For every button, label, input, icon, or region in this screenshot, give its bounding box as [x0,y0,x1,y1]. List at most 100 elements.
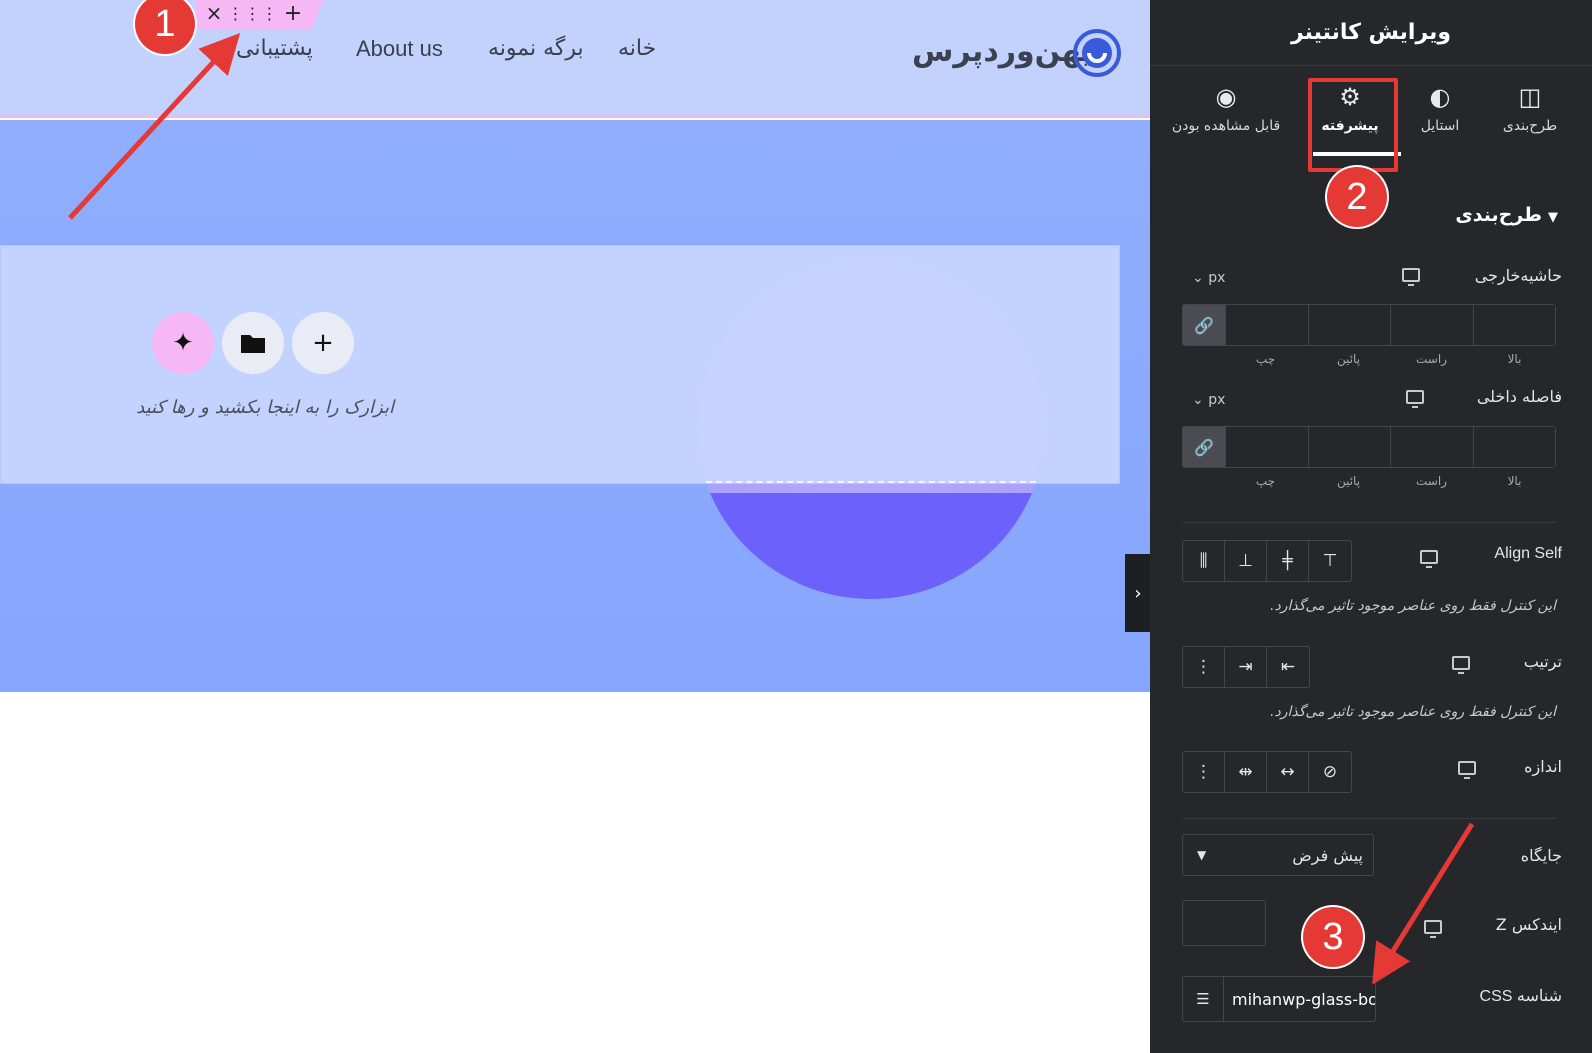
dim-label-right: راست [1416,474,1447,488]
css-id-label: شناسه CSS [1479,988,1562,1005]
link-icon: 🔗 [1194,315,1214,335]
close-icon[interactable]: × [199,0,229,26]
link-icon: 🔗 [1194,437,1214,457]
editor-canvas: میهن‌وردپرس خانه برگه نمونه About us پشت… [0,0,1150,1053]
add-container-icon[interactable]: + [278,0,308,26]
align-start-icon[interactable]: ⊤ [1309,541,1351,581]
size-label: اندازه [1524,757,1562,776]
section-title: طرح‌بندی [1455,204,1542,226]
size-buttons: ⋮ ⇹ ↔ ⊘ [1182,751,1352,793]
divider [1182,818,1556,819]
unit-label: px [1208,392,1226,408]
dim-label-right: راست [1416,352,1447,366]
panel-title: ویرایش کانتینر [1150,0,1592,66]
tab-label: قابل مشاهده بودن [1171,118,1281,134]
nav-home[interactable]: خانه [618,36,656,61]
tab-layout[interactable]: ◫ طرح‌بندی [1480,82,1580,154]
padding-left-input[interactable] [1225,427,1308,467]
padding-unit-select[interactable]: ⌄ px [1192,392,1225,408]
margin-unit-select[interactable]: ⌄ px [1192,270,1225,286]
nav-support[interactable]: پشتیبانی [236,36,313,61]
monitor-icon[interactable] [1452,656,1470,674]
step-badge-3: 3 [1303,907,1363,967]
margin-left-input[interactable] [1225,305,1308,345]
more-vertical-icon[interactable]: ⋮ [1183,647,1225,687]
order-buttons: ⋮ ⇥ ⇤ [1182,646,1310,688]
link-values-button[interactable]: 🔗 [1183,427,1225,467]
position-select[interactable]: پیش فرض ▼ [1182,834,1374,876]
container-boundary-line [706,481,1036,483]
tab-visibility[interactable]: ◉ قابل مشاهده بودن [1162,82,1290,154]
order-last-icon[interactable]: ⇥ [1225,647,1267,687]
align-end-icon[interactable]: ⊥ [1225,541,1267,581]
plus-icon: + [312,328,334,358]
margin-top-input[interactable] [1472,305,1555,345]
padding-bottom-input[interactable] [1307,427,1390,467]
layout-icon: ◫ [1518,83,1542,111]
caret-down-icon: ▼ [1197,848,1207,862]
grow-icon[interactable]: ↔ [1267,752,1309,792]
z-index-label: ایندکس Z [1495,915,1562,934]
link-values-button[interactable]: 🔗 [1183,305,1225,345]
dim-label-bottom: پائین [1336,474,1361,488]
padding-dim-labels: چپ پائین راست بالا [1224,474,1556,488]
align-self-note: این کنترل فقط روی عناصر موجود تاثیر می‌گ… [1270,598,1556,614]
monitor-icon[interactable] [1420,550,1438,568]
css-id-row: ☰ mihanwp-glass-box [1182,976,1376,1022]
dim-label-bottom: پائین [1336,352,1361,366]
dim-label-top: بالا [1507,352,1522,366]
step-badge-2: 2 [1327,167,1387,227]
dim-label-left: چپ [1255,474,1276,488]
z-index-input[interactable] [1182,900,1266,946]
tab-label: طرح‌بندی [1502,118,1558,134]
dynamic-tags-button[interactable]: ☰ [1182,976,1224,1022]
align-stretch-icon[interactable]: ⫼ [1183,541,1225,581]
logo-mark-icon [1073,29,1121,77]
padding-label: فاصله داخلی [1476,387,1562,406]
database-icon: ☰ [1196,990,1210,1008]
monitor-icon[interactable] [1424,920,1442,938]
align-self-label: Align Self [1494,545,1562,562]
position-label: جایگاه [1520,846,1562,865]
nav-about-us[interactable]: About us [356,36,443,62]
monitor-icon[interactable] [1402,268,1420,286]
css-id-input[interactable]: mihanwp-glass-box [1224,976,1376,1022]
add-element-button[interactable]: + [292,312,354,374]
template-library-button[interactable] [222,312,284,374]
align-self-buttons: ⫼ ⊥ ╪ ⊤ [1182,540,1352,582]
settings-panel: ویرایش کانتینر ◫ طرح‌بندی ◐ استایل ⚙ پیش… [1150,0,1592,1053]
more-vertical-icon[interactable]: ⋮ [1183,752,1225,792]
padding-right-input[interactable] [1390,427,1473,467]
monitor-icon[interactable] [1406,390,1424,408]
order-first-icon[interactable]: ⇤ [1267,647,1309,687]
sparkle-icon: ✦ [172,328,194,358]
site-logo[interactable]: میهن‌وردپرس [912,28,1122,82]
monitor-icon[interactable] [1458,761,1476,779]
nav-sample-page[interactable]: برگه نمونه [488,36,584,61]
margin-bottom-input[interactable] [1307,305,1390,345]
dim-label-top: بالا [1507,474,1522,488]
none-icon[interactable]: ⊘ [1309,752,1351,792]
padding-top-input[interactable] [1472,427,1555,467]
order-note: این کنترل فقط روی عناصر موجود تاثیر می‌گ… [1270,704,1556,720]
margin-inputs: 🔗 [1182,304,1556,346]
drop-zone-text: ابزارک را به اینجا بکشید و رها کنید [136,397,394,418]
ai-sparkle-button[interactable]: ✦ [152,312,214,374]
caret-down-icon: ▼ [1548,210,1558,225]
shrink-icon[interactable]: ⇹ [1225,752,1267,792]
collapse-panel-button[interactable]: › [1125,554,1150,632]
dim-label-left: چپ [1255,352,1276,366]
annotation-highlight-box [1308,78,1398,172]
margin-label: حاشیه‌خارجی [1474,266,1562,285]
folder-icon [241,335,265,353]
position-value: پیش فرض [1292,845,1363,865]
drag-handle-icon[interactable]: ⋮⋮⋮ [228,0,278,26]
eye-icon: ◉ [1215,83,1237,111]
half-circle-icon: ◐ [1429,83,1451,111]
margin-right-input[interactable] [1390,305,1473,345]
margin-dim-labels: چپ پائین راست بالا [1224,352,1556,366]
tab-style[interactable]: ◐ استایل [1390,82,1490,154]
chevron-right-icon: › [1134,582,1142,604]
divider [1182,522,1556,523]
align-center-icon[interactable]: ╪ [1267,541,1309,581]
